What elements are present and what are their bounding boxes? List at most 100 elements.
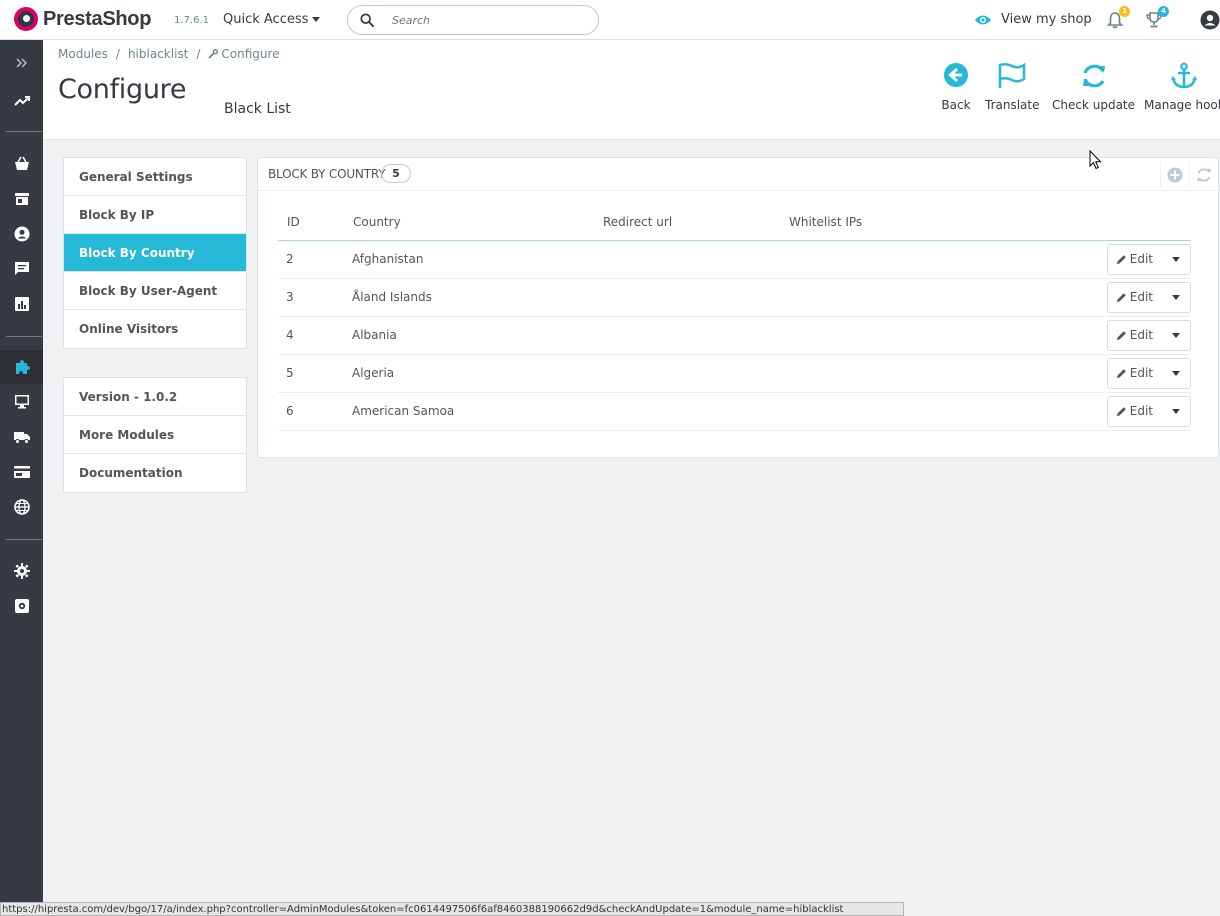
breadcrumb-configure: Configure (221, 47, 280, 61)
translate-button[interactable]: Translate (985, 62, 1040, 112)
search-input[interactable] (392, 12, 582, 29)
refresh-list-button[interactable] (1189, 162, 1218, 187)
settings-box-icon (14, 599, 29, 613)
edit-button[interactable]: Edit (1108, 244, 1162, 274)
view-my-shop-link[interactable]: View my shop (974, 12, 1092, 27)
panel-heading: BLOCK BY COUNTRY 5 (258, 158, 1218, 191)
menu-item-general-settings[interactable]: General Settings (64, 158, 246, 196)
row-action-group: Edit (1106, 357, 1191, 389)
cell-id: 3 (278, 278, 344, 317)
pencil-icon (1116, 406, 1126, 416)
edit-label: Edit (1129, 366, 1153, 380)
edit-button[interactable]: Edit (1108, 396, 1162, 426)
refresh-icon (1197, 167, 1211, 182)
menu-item-block-by-ip[interactable]: Block By IP (64, 196, 246, 234)
menu-item-documentation[interactable]: Documentation (64, 454, 246, 492)
edit-button[interactable]: Edit (1108, 358, 1162, 388)
prestashop-logo[interactable]: PrestaShop (14, 7, 151, 31)
cell-id: 5 (278, 354, 344, 393)
manage-hooks-button[interactable]: Manage hook (1144, 62, 1220, 112)
cell-whitelist-ips (780, 240, 980, 279)
cell-actions: Edit (980, 316, 1191, 355)
row-actions-dropdown[interactable] (1162, 397, 1190, 426)
store-icon (14, 193, 29, 205)
column-header-country[interactable]: Country (344, 205, 594, 241)
row-action-group: Edit (1106, 319, 1191, 351)
cell-redirect-url (594, 354, 780, 393)
employee-menu-button[interactable] (1200, 10, 1220, 30)
cell-country: American Samoa (344, 392, 594, 431)
logo-text: PrestaShop (43, 7, 152, 30)
breadcrumb-modules[interactable]: Modules (58, 47, 108, 61)
sidebar-item-customers[interactable] (0, 217, 43, 251)
sidebar-divider (6, 336, 42, 337)
menu-item-more-modules[interactable]: More Modules (64, 416, 246, 454)
edit-button[interactable]: Edit (1108, 320, 1162, 350)
cell-whitelist-ips (780, 278, 980, 317)
arrow-left-circle-icon (944, 63, 968, 87)
caret-down-icon (1172, 256, 1180, 262)
breadcrumb-module-name[interactable]: hiblacklist (128, 47, 188, 61)
column-header-id[interactable]: ID (278, 205, 344, 241)
row-actions-dropdown[interactable] (1162, 321, 1190, 350)
eye-icon (975, 15, 991, 24)
sidebar-item-catalog[interactable] (0, 182, 43, 216)
row-action-group: Edit (1106, 281, 1191, 313)
column-header-redirect-url[interactable]: Redirect url (594, 205, 780, 241)
sidebar-item-customer-service[interactable] (0, 252, 43, 286)
edit-button[interactable]: Edit (1108, 282, 1162, 312)
column-header-whitelist-ips[interactable]: Whitelist IPs (780, 205, 980, 241)
sidebar-item-orders[interactable] (0, 147, 43, 181)
orders-count-badge: 1 (1119, 6, 1130, 17)
sidebar-item-shop-parameters[interactable] (0, 554, 43, 588)
add-new-button[interactable] (1160, 162, 1189, 187)
translate-label: Translate (985, 98, 1040, 112)
sidebar-item-design[interactable] (0, 385, 43, 419)
orders-notification-button[interactable]: 1 (1106, 6, 1130, 29)
sidebar-item-shipping[interactable] (0, 420, 43, 454)
sidebar-collapse-toggle[interactable] (0, 46, 43, 80)
check-update-button[interactable]: Check update (1052, 62, 1135, 112)
page-title: Configure (58, 74, 187, 105)
caret-down-icon (1172, 408, 1180, 414)
menu-item-online-visitors[interactable]: Online Visitors (64, 310, 246, 348)
anchor-icon (1171, 62, 1198, 89)
manage-hooks-label: Manage hook (1144, 98, 1220, 112)
table-row: 5 Algeria Edit (278, 354, 1191, 393)
cell-country: Algeria (344, 354, 594, 393)
search-box[interactable] (347, 5, 599, 35)
sidebar-item-international[interactable] (0, 490, 43, 524)
panel-title: BLOCK BY COUNTRY (268, 167, 386, 181)
cell-redirect-url (594, 316, 780, 355)
sidebar-item-modules[interactable] (0, 350, 43, 384)
edit-label: Edit (1129, 404, 1153, 418)
sidebar-item-advanced-parameters[interactable] (0, 589, 43, 623)
sidebar-item-stats[interactable] (0, 287, 43, 321)
cell-country: Albania (344, 316, 594, 355)
mouse-cursor-icon (1089, 150, 1102, 170)
page-subtitle: Black List (224, 101, 291, 117)
user-account-icon (1200, 10, 1220, 30)
cell-actions: Edit (980, 240, 1191, 279)
cell-whitelist-ips (780, 392, 980, 431)
row-actions-dropdown[interactable] (1162, 283, 1190, 312)
cell-id: 6 (278, 392, 344, 431)
customers-notification-button[interactable]: 4 (1145, 6, 1169, 29)
menu-item-block-by-user-agent[interactable]: Block By User-Agent (64, 272, 246, 310)
row-actions-dropdown[interactable] (1162, 359, 1190, 388)
quick-access-dropdown[interactable]: Quick Access (223, 12, 321, 27)
cell-country: Åland Islands (344, 278, 594, 317)
sidebar-item-payment[interactable] (0, 455, 43, 489)
menu-item-block-by-country[interactable]: Block By Country (64, 234, 246, 272)
cell-redirect-url (594, 240, 780, 279)
cell-id: 2 (278, 240, 344, 279)
settings-menu: General Settings Block By IP Block By Co… (63, 157, 247, 349)
cell-redirect-url (594, 392, 780, 431)
pencil-icon (1116, 292, 1126, 302)
row-actions-dropdown[interactable] (1162, 245, 1190, 274)
table-row: 6 American Samoa Edit (278, 392, 1191, 431)
sidebar-item-dashboard[interactable] (0, 84, 43, 118)
country-table: ID Country Redirect url Whitelist IPs 2 … (278, 205, 1191, 431)
panel-tools (1160, 162, 1218, 187)
back-button[interactable]: Back (941, 62, 971, 112)
